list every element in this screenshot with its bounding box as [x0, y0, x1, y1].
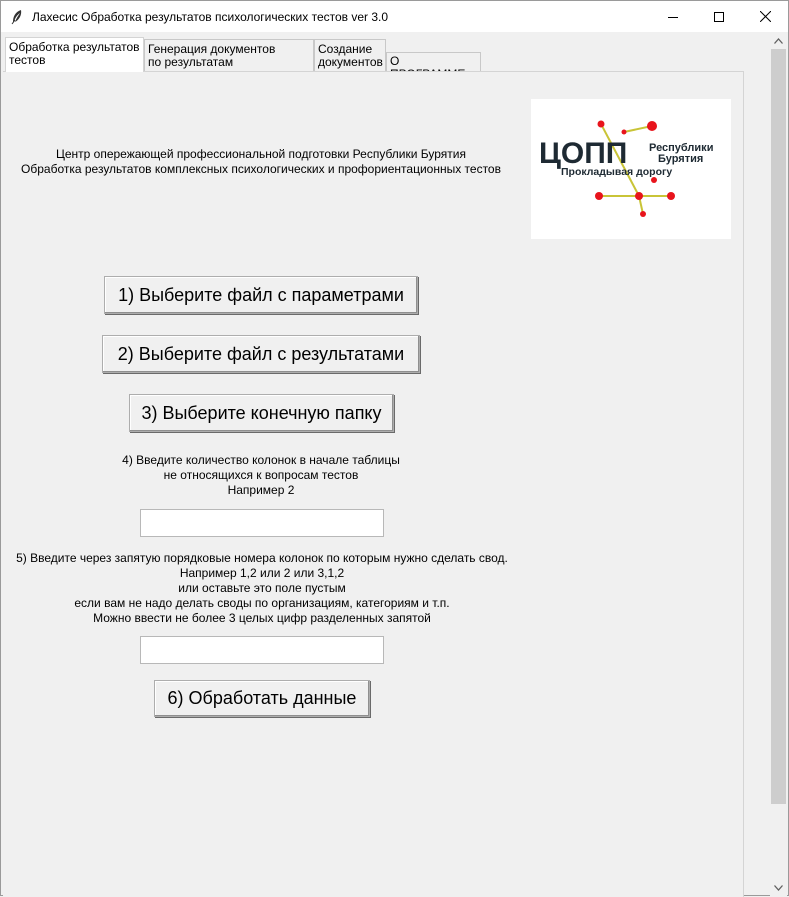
- tab-generate-docs[interactable]: Генерация документов по результатам тест…: [144, 39, 314, 82]
- logo-region-text-2: Бурятия: [658, 153, 703, 165]
- copp-logo-image: ЦОПП Республики Бурятия Прокладывая доро…: [539, 120, 713, 217]
- description-label: Обработка результатов комплексных психол…: [21, 162, 501, 176]
- logo-slogan-text: Прокладывая дорогу: [561, 166, 672, 178]
- chevron-up-icon: [774, 37, 783, 44]
- feather-icon: [11, 9, 22, 24]
- window-controls: [650, 1, 788, 32]
- window-title: Лахесис Обработка результатов психологич…: [32, 9, 389, 24]
- group-columns-input[interactable]: [140, 636, 384, 664]
- tab-bar: Обработка результатов тестов Генерация д…: [1, 32, 761, 82]
- select-results-file-button[interactable]: 2) Выберите файл с результатами: [102, 335, 420, 373]
- title-bar: Лахесис Обработка результатов психологич…: [1, 1, 788, 32]
- minimize-icon: [668, 16, 678, 18]
- group-columns-label: 5) Введите через запятую порядковые номе…: [16, 551, 508, 625]
- app-window: Лахесис Обработка результатов психологич…: [0, 0, 789, 897]
- minimize-button[interactable]: [650, 1, 696, 32]
- logo: ЦОПП Республики Бурятия Прокладывая доро…: [531, 99, 731, 239]
- tab-process-results[interactable]: Обработка результатов тестов: [5, 37, 144, 72]
- scroll-up-button[interactable]: [770, 32, 787, 49]
- columns-count-input[interactable]: [140, 509, 384, 537]
- maximize-icon: [714, 11, 724, 22]
- tab-about[interactable]: О ПРОГРАММЕ: [386, 52, 481, 81]
- columns-count-label: 4) Введите количество колонок в начале т…: [122, 453, 400, 497]
- chevron-down-icon: [774, 884, 783, 891]
- select-params-file-button[interactable]: 1) Выберите файл с параметрами: [104, 276, 418, 314]
- close-button[interactable]: [742, 1, 788, 32]
- vertical-scrollbar[interactable]: [770, 32, 787, 896]
- maximize-button[interactable]: [696, 1, 742, 32]
- tab-create-docs[interactable]: Создание документов: [314, 39, 386, 71]
- close-icon: [759, 11, 771, 22]
- select-output-folder-button[interactable]: 3) Выберите конечную папку: [129, 394, 394, 432]
- org-name-label: Центр опережающей профессиональной подго…: [55, 147, 466, 161]
- scroll-down-button[interactable]: [770, 879, 787, 896]
- process-data-button[interactable]: 6) Обработать данные: [154, 680, 370, 717]
- scroll-thumb[interactable]: [771, 49, 786, 804]
